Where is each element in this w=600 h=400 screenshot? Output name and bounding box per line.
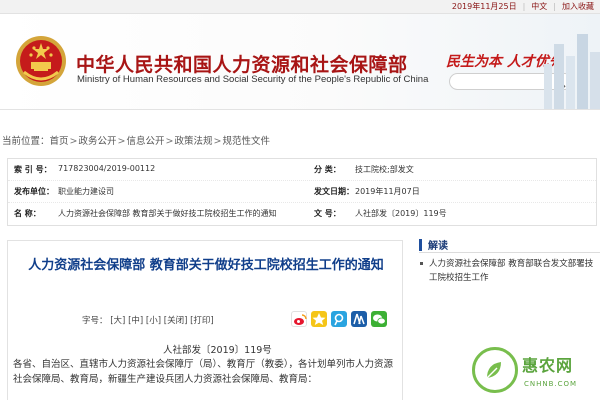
article-panel: 人力资源社会保障部 教育部关于做好技工院校招生工作的通知 字号： [大] [中]… (7, 240, 403, 400)
issue-date-label: 发文日期： (314, 187, 354, 196)
add-favorite-link[interactable]: 加入收藏 (562, 1, 594, 12)
meta-row: 发布单位： 职业能力建设司 发文日期： 2019年11月07日 (8, 181, 596, 203)
breadcrumb-home[interactable]: 首页 (50, 136, 69, 147)
watermark-logo-icon (472, 347, 518, 393)
breadcrumb-gov-open[interactable]: 政务公开 (79, 136, 117, 147)
breadcrumb-separator: > (117, 136, 126, 147)
issuer-label: 发布单位： (14, 187, 54, 196)
meta-row: 索 引 号： 717823004/2019-00112 分 类： 技工院校;部发… (8, 159, 596, 181)
sidebar-item-interpretation-link[interactable]: 人力资源社会保障部 教育部联合发文部署技工院校招生工作 (419, 257, 600, 285)
font-size-small-button[interactable]: [小] (146, 316, 161, 326)
site-title-cn: 中华人民共和国人力资源和社会保障部 (76, 54, 408, 76)
print-button[interactable]: [打印] (190, 316, 214, 326)
article-body: 各省、自治区、直辖市人力资源社会保障厅（局）、教育厅（教委），各计划单列市人力资… (13, 357, 397, 387)
index-label: 索 引 号： (14, 165, 52, 174)
font-size-controls: 字号： [大] [中] [小] [关闭] [打印] (82, 314, 214, 326)
close-button[interactable]: [关闭] (164, 316, 188, 326)
docno-label: 文 号： (314, 209, 341, 218)
font-size-large-button[interactable]: [大] (110, 316, 125, 326)
sidebar-list: 人力资源社会保障部 教育部联合发文部署技工院校招生工作 (419, 257, 600, 285)
issuer-value: 职业能力建设司 (58, 187, 114, 196)
sidebar-heading: 解读 (428, 241, 448, 252)
breadcrumb-separator: > (213, 136, 222, 147)
breadcrumb-separator: > (69, 136, 78, 147)
lang-chinese-link[interactable]: 中文 (531, 1, 547, 12)
meta-row: 名 称： 人力资源社会保障部 教育部关于做好技工院校招生工作的通知 文 号： 人… (8, 203, 596, 225)
national-emblem-icon[interactable] (14, 34, 68, 88)
issue-date-value: 2019年11月07日 (355, 187, 420, 196)
qzone-share-icon[interactable] (311, 311, 327, 327)
font-size-label: 字号： (82, 316, 108, 326)
sidebar-accent-bar (419, 239, 422, 251)
breadcrumb-prefix: 当前位置： (2, 136, 50, 147)
tencent-weibo-share-icon[interactable] (331, 311, 347, 327)
article-title: 人力资源社会保障部 教育部关于做好技工院校招生工作的通知 (28, 258, 384, 273)
sidebar-header: 解读 (419, 237, 600, 253)
watermark-text: 惠农网 (522, 356, 574, 375)
site-header: 中华人民共和国人力资源和社会保障部 Ministry of Human Reso… (0, 14, 600, 110)
name-value: 人力资源社会保障部 教育部关于做好技工院校招生工作的通知 (58, 209, 277, 218)
article-paragraph: 各省、自治区、直辖市人力资源社会保障厅（局）、教育厅（教委），各计划单列市人力资… (13, 359, 394, 385)
site-title-en: Ministry of Human Resources and Social S… (77, 74, 429, 85)
category-label: 分 类： (314, 165, 341, 174)
share-buttons (291, 311, 387, 327)
article-docno: 人社部发〔2019〕119号 (163, 345, 272, 356)
font-size-medium-button[interactable]: [中] (128, 316, 143, 326)
breadcrumb: 当前位置：首页>政务公开>信息公开>政策法规>规范性文件 (2, 133, 270, 147)
breadcrumb-normative-docs[interactable]: 规范性文件 (222, 136, 270, 147)
name-label: 名 称： (14, 209, 41, 218)
breadcrumb-policies[interactable]: 政策法规 (174, 136, 212, 147)
divider: | (522, 2, 526, 11)
city-skyline-decoration (544, 34, 600, 109)
bullet-icon (420, 262, 423, 265)
renren-share-icon[interactable] (351, 311, 367, 327)
top-bar: 2019年11月25日 | 中文 | 加入收藏 (0, 0, 600, 14)
breadcrumb-separator: > (165, 136, 174, 147)
breadcrumb-info-open[interactable]: 信息公开 (126, 136, 164, 147)
current-date: 2019年11月25日 (451, 2, 517, 11)
category-value: 技工院校;部发文 (355, 165, 414, 174)
wechat-share-icon[interactable] (371, 311, 387, 327)
weibo-share-icon[interactable] (291, 311, 307, 327)
watermark: 惠农网 CNHNB.COM (472, 340, 600, 400)
divider: | (553, 2, 556, 11)
document-meta-table: 索 引 号： 717823004/2019-00112 分 类： 技工院校;部发… (7, 158, 597, 226)
docno-value: 人社部发〔2019〕119号 (355, 209, 447, 218)
index-value: 717823004/2019-00112 (58, 164, 156, 173)
sidebar-item-label: 人力资源社会保障部 教育部联合发文部署技工院校招生工作 (429, 259, 594, 283)
watermark-url: CNHNB.COM (524, 380, 578, 388)
article-toolbar: 字号： [大] [中] [小] [关闭] [打印] (8, 311, 404, 330)
